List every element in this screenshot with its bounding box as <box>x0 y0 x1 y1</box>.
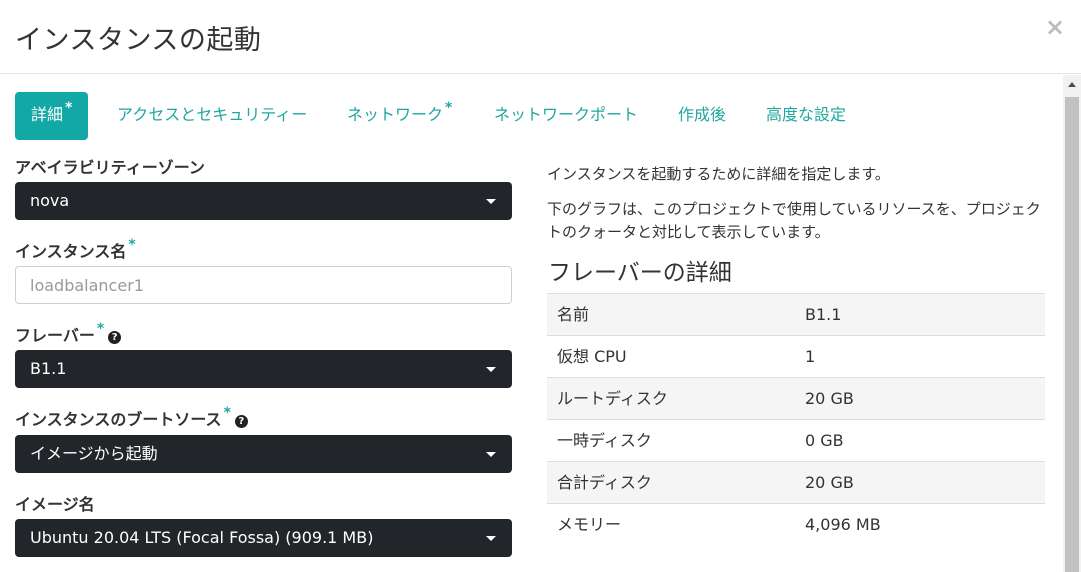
caret-down-icon <box>486 199 496 204</box>
row-name: 合計ディスク <box>557 473 652 492</box>
help-icon[interactable]: ? <box>234 415 248 428</box>
required-marker: * <box>96 321 105 337</box>
flavor-details-table: 名前 B1.1 仮想 CPU 1 ルートディスク 20 GB 一時ディスク 0 … <box>547 293 1045 545</box>
tab-details[interactable]: 詳細 * <box>15 92 89 140</box>
tab-network[interactable]: ネットワーク * <box>347 92 452 140</box>
scrollbar-thumb[interactable] <box>1065 97 1079 572</box>
table-row: メモリー 4,096 MB <box>547 504 1045 545</box>
instance-name-input[interactable] <box>15 266 512 304</box>
availability-zone-select[interactable]: nova <box>15 182 512 220</box>
table-row: 仮想 CPU 1 <box>547 336 1045 378</box>
tab-label: ネットワークポート <box>494 105 639 124</box>
image-name-label: イメージ名 <box>15 491 95 515</box>
tab-access-security[interactable]: アクセスとセキュリティー <box>117 92 307 140</box>
row-value: 20 GB <box>805 389 854 408</box>
instance-name-label: インスタンス名 * <box>15 237 136 262</box>
caret-down-icon <box>486 367 496 372</box>
scroll-up-arrow-icon[interactable] <box>1063 75 1081 95</box>
boot-source-select[interactable]: イメージから起動 <box>15 435 512 473</box>
row-name: 仮想 CPU <box>557 347 627 366</box>
required-marker: * <box>65 100 73 116</box>
tab-advanced[interactable]: 高度な設定 <box>766 92 846 140</box>
tab-label: アクセスとセキュリティー <box>117 105 308 124</box>
table-row: 一時ディスク 0 GB <box>547 420 1045 462</box>
info-text-1: インスタンスを起動するために詳細を指定します。 <box>547 165 890 183</box>
row-value: 0 GB <box>805 431 844 450</box>
row-value: B1.1 <box>805 305 842 324</box>
row-name: メモリー <box>557 515 622 534</box>
row-name: 一時ディスク <box>557 431 652 450</box>
tab-network-ports[interactable]: ネットワークポート <box>494 92 638 140</box>
info-text-2: 下のグラフは、このプロジェクトで使用しているリソースを、プロジェクトのクォータと… <box>547 200 1041 241</box>
availability-zone-label-text: アベイラビリティーゾーン <box>15 158 205 177</box>
tab-label: 高度な設定 <box>766 105 847 124</box>
table-row: ルートディスク 20 GB <box>547 378 1045 420</box>
table-row: 合計ディスク 20 GB <box>547 462 1045 504</box>
image-name-select[interactable]: Ubuntu 20.04 LTS (Focal Fossa) (909.1 MB… <box>15 519 512 557</box>
availability-zone-label: アベイラビリティーゾーン <box>15 154 205 178</box>
flavor-label: フレーバー *? <box>15 321 122 346</box>
required-marker: * <box>223 405 231 421</box>
caret-down-icon <box>486 452 496 457</box>
dialog-title: インスタンスの起動 <box>15 25 262 56</box>
scrollbar[interactable] <box>1063 75 1081 572</box>
boot-source-label-text: インスタンスのブートソース <box>15 410 222 429</box>
close-icon[interactable]: × <box>1045 14 1065 40</box>
row-name: 名前 <box>557 305 590 324</box>
tab-label: 詳細 <box>31 105 64 124</box>
required-marker: * <box>128 237 136 253</box>
boot-source-value: イメージから起動 <box>30 444 158 463</box>
flavor-select[interactable]: B1.1 <box>15 350 512 388</box>
boot-source-label: インスタンスのブートソース *? <box>15 405 248 430</box>
row-value: 4,096 MB <box>805 515 881 534</box>
flavor-value: B1.1 <box>30 359 67 378</box>
row-value: 1 <box>805 347 816 366</box>
instance-name-label-text: インスタンス名 <box>15 242 127 261</box>
tab-label: 作成後 <box>678 105 727 124</box>
flavor-details-title: フレーバーの詳細 <box>548 260 732 286</box>
required-marker: * <box>445 100 453 116</box>
row-value: 20 GB <box>805 473 854 492</box>
image-name-value: Ubuntu 20.04 LTS (Focal Fossa) (909.1 MB… <box>30 528 374 547</box>
image-name-label-text: イメージ名 <box>15 495 95 514</box>
row-name: ルートディスク <box>557 389 668 408</box>
help-icon[interactable]: ? <box>108 331 122 344</box>
availability-zone-value: nova <box>30 191 70 210</box>
tab-label: ネットワーク <box>347 105 444 124</box>
caret-down-icon <box>486 536 496 541</box>
flavor-label-text: フレーバー <box>15 326 95 345</box>
table-row: 名前 B1.1 <box>547 294 1045 336</box>
tab-post-creation[interactable]: 作成後 <box>678 92 726 140</box>
dialog-header: インスタンスの起動 <box>0 0 1081 74</box>
